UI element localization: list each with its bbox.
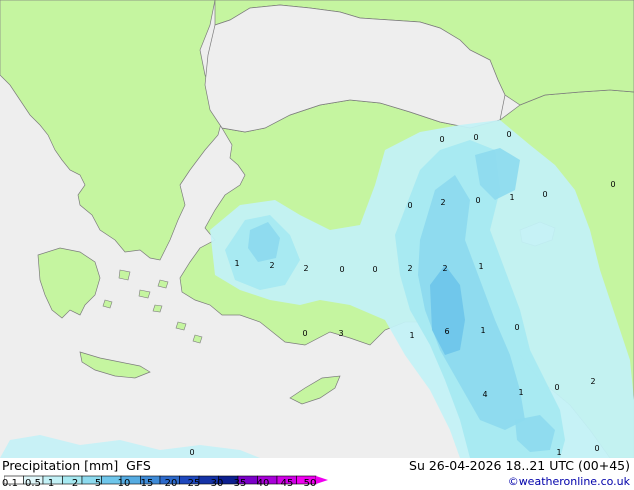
map-value-label: 1 (518, 388, 523, 397)
map-value-label: 2 (303, 264, 308, 273)
map-value-label: 2 (407, 264, 412, 273)
scale-tick-label: 0.5 (25, 478, 41, 489)
scale-tick-label: 15 (140, 478, 154, 489)
map-value-label: 0 (189, 448, 194, 457)
scale-tick-label: 1 (47, 478, 55, 489)
forecast-timestamp: Su 26-04-2026 18..21 UTC (00+45) (409, 458, 630, 473)
scale-tick-label: 10 (117, 478, 131, 489)
map-value-label: 1 (480, 326, 485, 335)
map-value-label: 2 (269, 261, 274, 270)
forecast-map-view: 000020100122002211610034102100 Precipita… (0, 0, 634, 490)
map-value-label: 2 (590, 377, 595, 386)
map-value-label: 0 (475, 196, 480, 205)
scale-tick-label: 35 (233, 478, 247, 489)
map-value-label: 0 (506, 130, 511, 139)
credit-link[interactable]: ©weatheronline.co.uk (508, 475, 630, 489)
map-value-label: 0 (473, 133, 478, 142)
scale-tick-label: 40 (256, 478, 270, 489)
map-value-label: 1 (556, 448, 561, 457)
scale-tick-label: 45 (280, 478, 294, 489)
map-value-label: 0 (554, 383, 559, 392)
map-value-label: 0 (542, 190, 547, 199)
map-title: Precipitation [mm] GFS (2, 458, 151, 473)
map-value-label: 4 (482, 390, 487, 399)
scale-tick-label: 25 (187, 478, 201, 489)
scale-tick-label: 2 (71, 478, 79, 489)
map-value-label: 2 (442, 264, 447, 273)
map-value-label: 0 (514, 323, 519, 332)
map-value-label: 1 (234, 259, 239, 268)
map-value-label: 2 (440, 198, 445, 207)
map-value-label: 0 (407, 201, 412, 210)
map-value-label: 0 (302, 329, 307, 338)
map-value-label: 1 (509, 193, 514, 202)
map-value-label: 0 (610, 180, 615, 189)
precipitation-map: 0 0 00201001 2 2 0 0 2 2 11 6 1 00 34 1021 00 (0, 0, 634, 458)
map-value-label: 0 (372, 265, 377, 274)
scale-tick-label: 20 (164, 478, 178, 489)
scale-tick-label: 0.1 (2, 478, 18, 489)
map-footer: Precipitation [mm] GFS Su 26-04-2026 18.… (0, 458, 634, 490)
scale-arrow-icon (316, 476, 328, 484)
map-value-label: 1 (478, 262, 483, 271)
map-value-label: 3 (338, 329, 343, 338)
map-value-label: 6 (444, 327, 449, 336)
map-value-label: 0 (339, 265, 344, 274)
scale-tick-label: 50 (303, 478, 317, 489)
scale-tick-label: 5 (94, 478, 102, 489)
map-value-label: 0 (439, 135, 444, 144)
scale-tick-label: 30 (210, 478, 224, 489)
map-value-label: 0 (594, 444, 599, 453)
map-value-label: 1 (409, 331, 414, 340)
